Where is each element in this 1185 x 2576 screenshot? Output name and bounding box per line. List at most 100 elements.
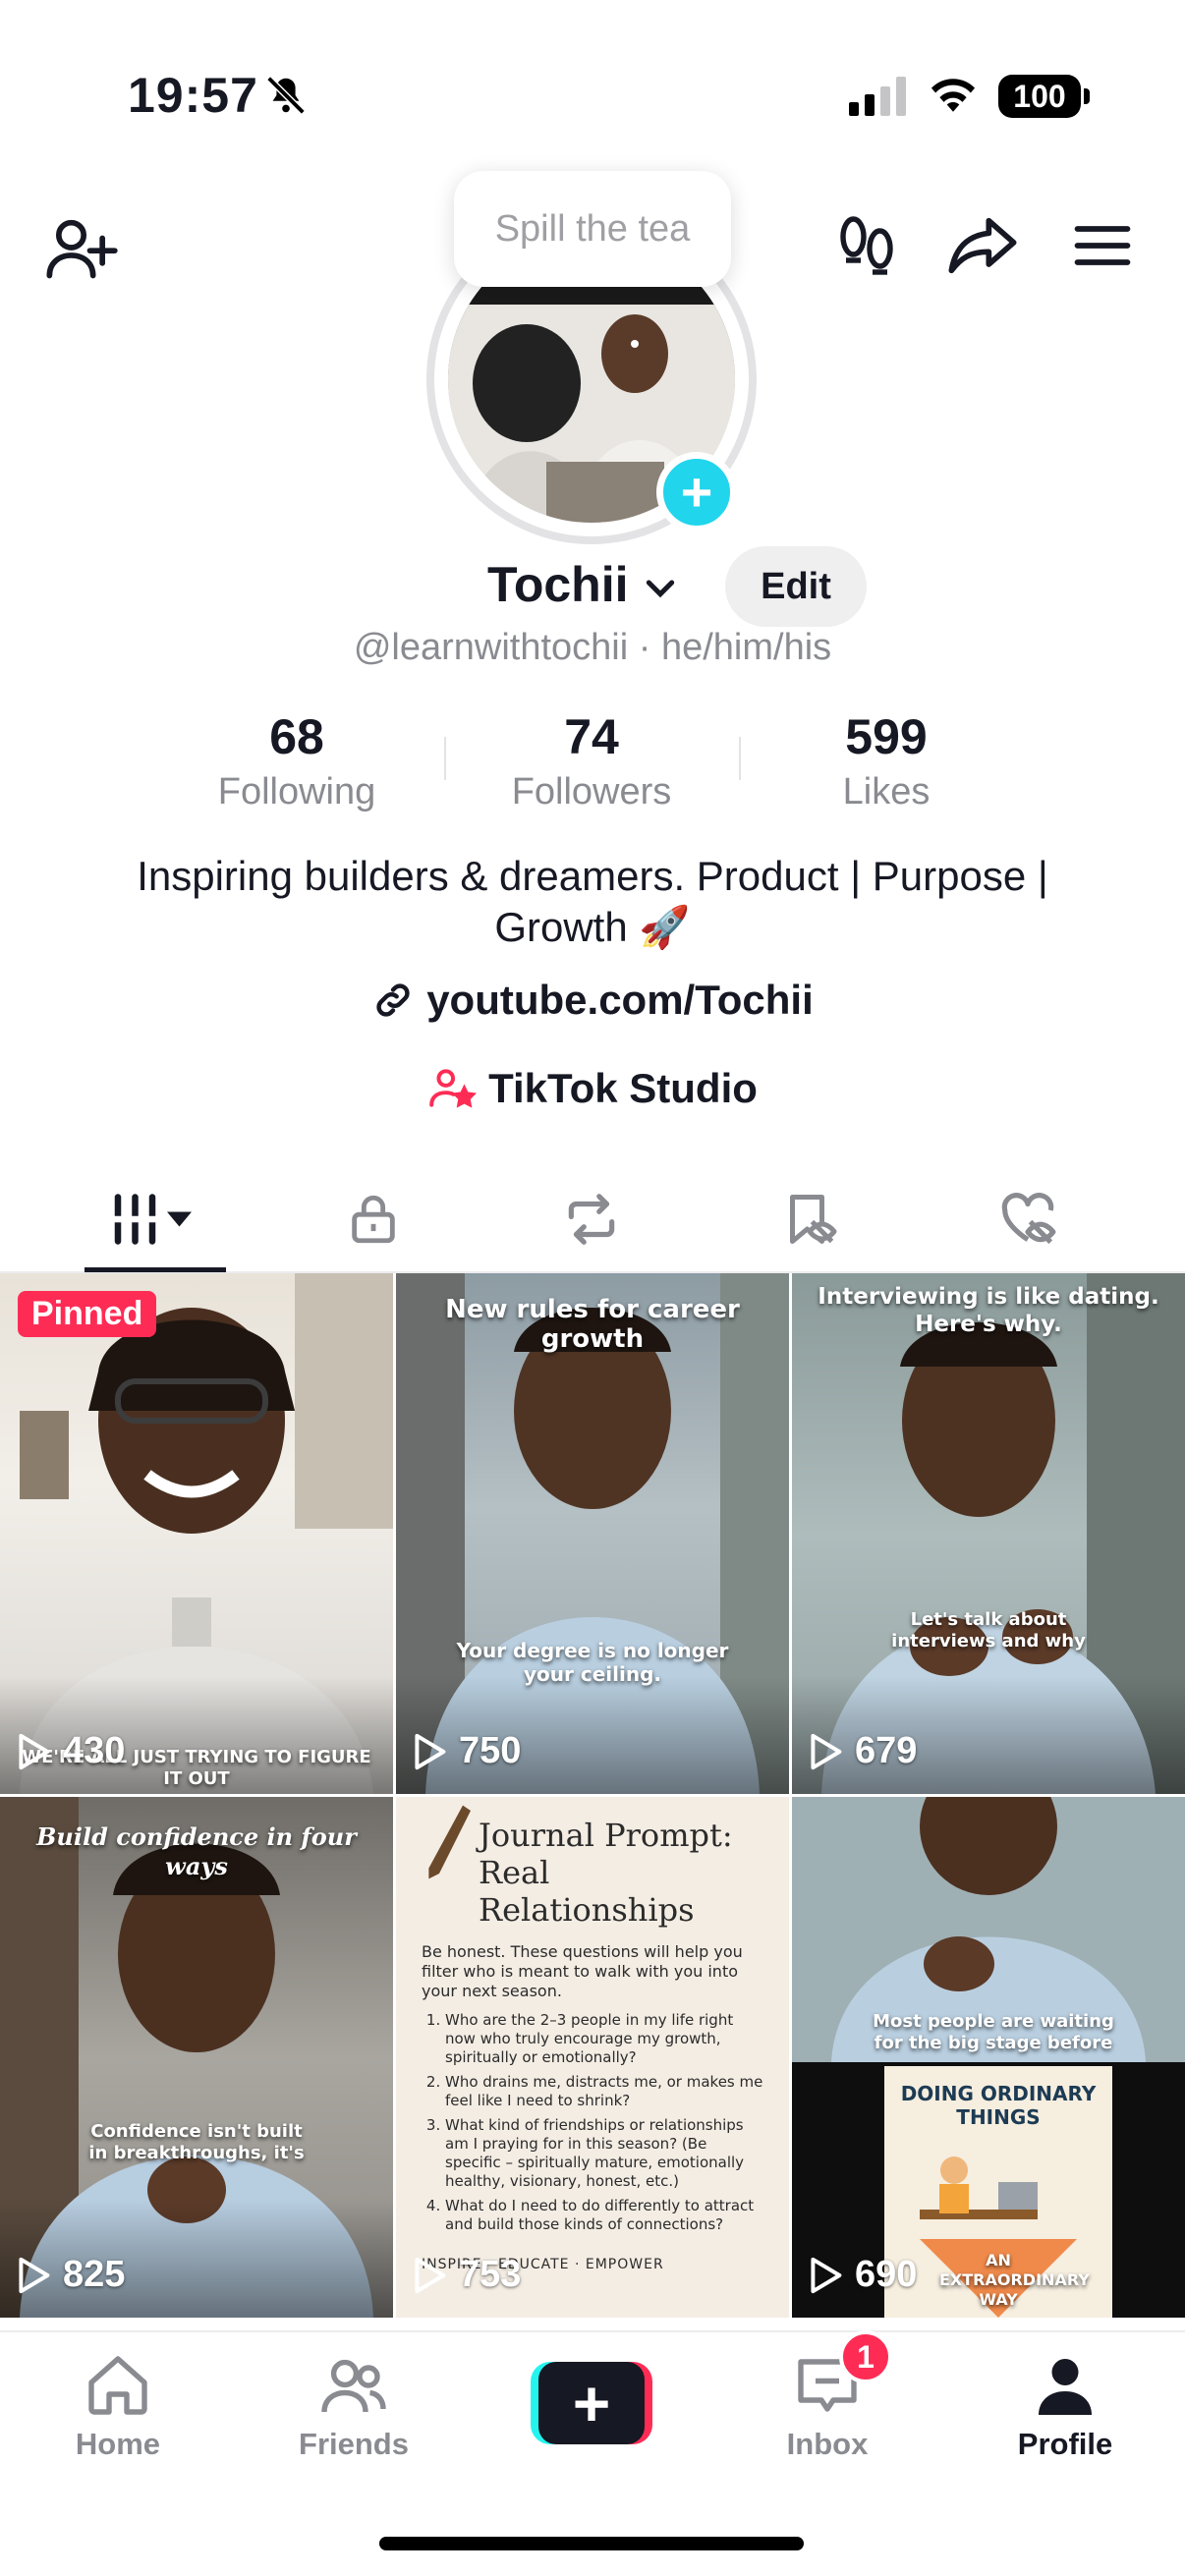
video-caption-bottom: Let's talk about interviews and why — [891, 1609, 1086, 1652]
tab-favorites[interactable] — [711, 1165, 908, 1273]
play-icon — [811, 1733, 842, 1769]
view-count-value: 753 — [459, 2254, 522, 2295]
followers-label: Followers — [511, 771, 672, 812]
journal-item: What kind of friendships or relationship… — [445, 2116, 763, 2191]
status-time: 19:57 — [128, 68, 258, 123]
profile-link[interactable]: youtube.com/Tochii — [0, 971, 1185, 1030]
video-caption-top: Most people are waiting for the big stag… — [873, 2011, 1114, 2053]
following-label: Following — [217, 771, 376, 812]
journal-title: Journal Prompt: Real Relationships — [479, 1817, 733, 1929]
menu-icon[interactable] — [1063, 206, 1142, 285]
add-story-plus-icon[interactable]: + — [656, 452, 737, 532]
play-icon — [19, 2257, 50, 2293]
view-count: 430 — [16, 1730, 125, 1772]
tab-videos[interactable] — [59, 1165, 255, 1273]
link-icon — [376, 983, 410, 1017]
battery-icon: 100 — [998, 75, 1090, 118]
video-tile[interactable]: Interviewing is like dating. Here's why.… — [792, 1273, 1185, 1794]
play-icon — [415, 2257, 446, 2293]
home-indicator — [379, 2537, 804, 2550]
view-count-value: 690 — [855, 2254, 918, 2295]
video-tile[interactable]: New rules for career growth Your degree … — [396, 1273, 789, 1794]
create-icon: + — [538, 2362, 645, 2444]
tooltip-bubble[interactable]: Spill the tea — [454, 171, 731, 287]
nav-friends[interactable]: Friends — [255, 2350, 452, 2468]
view-count: 690 — [808, 2254, 917, 2296]
journal-item: What do I need to do differently to attr… — [445, 2197, 763, 2234]
stat-following[interactable]: 68 Following — [149, 705, 444, 815]
view-count-value: 679 — [855, 1730, 918, 1771]
likes-count: 599 — [845, 709, 928, 764]
lock-icon — [352, 1195, 395, 1244]
video-caption-bottom: Confidence isn't built in breakthroughs,… — [88, 2121, 305, 2163]
view-count: 679 — [808, 1730, 917, 1772]
signal-icon — [849, 77, 906, 116]
nav-inbox-label: Inbox — [786, 2427, 869, 2461]
followers-count: 74 — [564, 709, 619, 764]
nav-profile[interactable]: Profile — [967, 2350, 1163, 2468]
video-tile[interactable]: Build confidence in four ways Confidence… — [0, 1797, 393, 2318]
view-count: 825 — [16, 2254, 125, 2296]
footprints-icon[interactable] — [827, 206, 906, 285]
play-icon — [811, 2257, 842, 2293]
friends-icon — [321, 2359, 386, 2413]
video-caption-top: Build confidence in four ways — [36, 1822, 357, 1880]
video-tile[interactable]: Most people are waiting for the big stag… — [792, 1797, 1185, 2318]
pencil-icon — [428, 1805, 471, 1879]
username[interactable]: Tochii — [487, 556, 629, 613]
video-tile[interactable]: Journal Prompt: Real Relationships Be ho… — [396, 1797, 789, 2318]
home-icon — [88, 2356, 147, 2415]
tiktok-studio-label[interactable]: TikTok Studio — [488, 1065, 758, 1112]
video-grid: WE'RE ALL JUST TRYING TO FIGURE IT OUT P… — [0, 1273, 1185, 2321]
journal-item: Who are the 2–3 people in my life right … — [445, 2011, 763, 2067]
tab-liked[interactable] — [930, 1165, 1126, 1273]
name-row: Tochii Edit — [0, 546, 1185, 631]
inbox-badge: 1 — [839, 2330, 892, 2383]
add-friend-icon[interactable] — [41, 208, 120, 287]
video-caption-top: New rules for career growth — [445, 1295, 740, 1354]
poster-subtitle: AN EXTRAORDINARY WAY — [939, 2251, 1090, 2309]
profile-icon — [1039, 2359, 1092, 2415]
profile-link-text[interactable]: youtube.com/Tochii — [426, 977, 814, 1024]
video-thumbnail — [792, 1797, 1185, 2318]
videos-grid-icon — [109, 1194, 192, 1245]
status-bar: 19:57 100 — [0, 0, 1185, 167]
view-count-value: 825 — [63, 2254, 126, 2295]
play-icon — [19, 1733, 50, 1769]
tab-private[interactable] — [275, 1165, 472, 1273]
tiktok-studio-link[interactable]: TikTok Studio — [0, 1059, 1185, 1118]
bio: Inspiring builders & dreamers. Product |… — [137, 853, 1048, 950]
video-tile[interactable]: WE'RE ALL JUST TRYING TO FIGURE IT OUT P… — [0, 1273, 393, 1794]
nav-friends-label: Friends — [299, 2427, 409, 2461]
nav-inbox[interactable]: Inbox — [729, 2350, 926, 2468]
video-caption-top: Interviewing is like dating. Here's why. — [818, 1284, 1159, 1337]
favorites-hidden-icon — [790, 1195, 837, 1244]
share-icon[interactable] — [943, 206, 1022, 285]
tab-reposts[interactable] — [493, 1165, 690, 1273]
journal-list: Who are the 2–3 people in my life right … — [445, 2011, 763, 2234]
stat-likes[interactable]: 599 Likes — [739, 705, 1034, 815]
likes-label: Likes — [842, 771, 931, 812]
journal-intro: Be honest. These questions will help you… — [422, 1942, 743, 2000]
view-count-value: 750 — [459, 1730, 522, 1771]
nav-home-label: Home — [75, 2427, 161, 2461]
play-icon — [415, 1733, 446, 1769]
following-count: 68 — [269, 709, 324, 764]
active-tab-indicator — [85, 1267, 226, 1272]
chevron-down-icon[interactable] — [641, 568, 680, 607]
pinned-badge: Pinned — [18, 1291, 157, 1337]
stats-row: 68 Following 74 Followers 599 Likes — [0, 705, 1185, 813]
nav-home[interactable]: Home — [20, 2350, 216, 2468]
journal-card: Journal Prompt: Real Relationships Be ho… — [396, 1797, 789, 2318]
create-button[interactable]: + — [531, 2362, 652, 2444]
view-count-value: 430 — [63, 1730, 126, 1771]
edit-profile-button[interactable]: Edit — [725, 546, 867, 627]
studio-icon — [429, 1069, 478, 1108]
wifi-icon — [931, 79, 976, 112]
view-count: 753 — [412, 2254, 521, 2296]
stat-followers[interactable]: 74 Followers — [444, 705, 739, 815]
view-count: 750 — [412, 1730, 521, 1772]
journal-item: Who drains me, distracts me, or makes me… — [445, 2073, 763, 2110]
liked-hidden-icon — [1001, 1193, 1056, 1245]
bell-slash-icon — [266, 76, 306, 115]
